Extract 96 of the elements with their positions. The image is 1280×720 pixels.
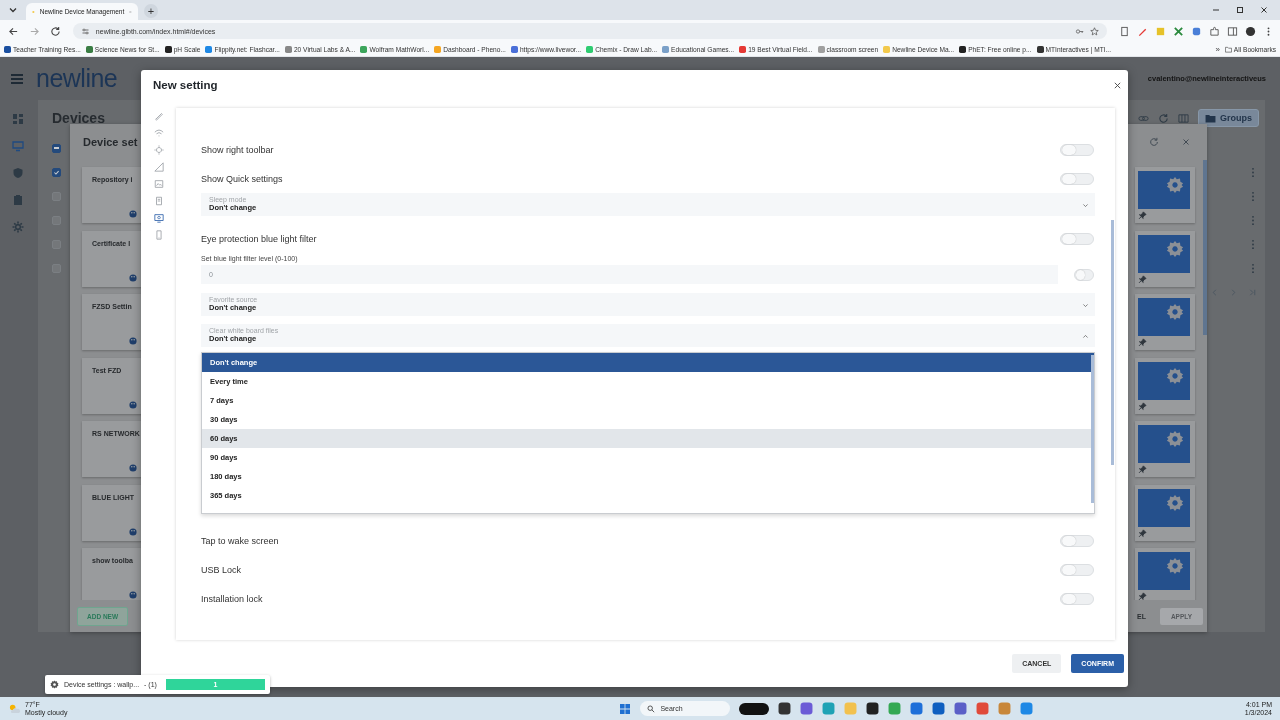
setting-label: Eye protection blue light filter — [201, 233, 317, 244]
document-icon[interactable] — [1119, 25, 1130, 37]
note-icon[interactable] — [1155, 25, 1166, 37]
checkbox[interactable] — [52, 143, 61, 153]
gear-icon — [1166, 176, 1184, 194]
dialog-title: New setting — [153, 79, 218, 91]
chevron-down-icon[interactable] — [8, 5, 18, 15]
palette-icon[interactable] — [129, 591, 137, 599]
chevron-down-icon — [1082, 302, 1089, 309]
star-icon[interactable] — [1090, 26, 1099, 36]
setting-card[interactable] — [1135, 421, 1195, 477]
setting-label: Show right toolbar — [201, 144, 274, 155]
setting-card[interactable] — [1135, 167, 1195, 223]
app-icon[interactable] — [739, 702, 770, 715]
windows-icon[interactable] — [619, 702, 632, 715]
clipboard-icon[interactable] — [11, 194, 24, 206]
section-icon[interactable] — [153, 111, 164, 121]
dashboard-icon[interactable] — [11, 113, 24, 125]
section-icon[interactable] — [153, 145, 164, 155]
scrollbar[interactable] — [1111, 220, 1114, 465]
close-icon[interactable] — [1259, 5, 1269, 15]
chevron-up-icon — [1082, 333, 1089, 340]
close-icon[interactable] — [1113, 80, 1122, 90]
shield-icon[interactable] — [11, 167, 24, 179]
gear-icon — [1166, 557, 1184, 575]
palette-icon[interactable] — [129, 400, 137, 409]
palette-icon[interactable] — [129, 210, 137, 218]
site-info-icon[interactable] — [80, 26, 90, 36]
app-icon[interactable] — [778, 702, 792, 715]
cross-icon[interactable] — [1173, 25, 1184, 37]
gear-icon — [1166, 430, 1184, 448]
toggle-switch[interactable] — [1060, 534, 1094, 547]
search-icon — [647, 704, 656, 713]
setting-label: Tap to wake screen — [201, 535, 279, 546]
refresh-icon[interactable] — [1158, 112, 1169, 124]
puzzle-icon[interactable] — [1209, 25, 1220, 37]
section-icon[interactable] — [153, 179, 164, 189]
drawer-title: Device set — [83, 136, 138, 148]
setting-card[interactable] — [1135, 294, 1195, 350]
gear-icon — [50, 680, 59, 689]
columns-icon[interactable] — [1178, 112, 1189, 124]
avatar-icon[interactable] — [1245, 25, 1256, 37]
gear-icon — [1166, 493, 1184, 512]
gear-icon — [1166, 303, 1184, 321]
pin-icon[interactable] — [1138, 274, 1147, 284]
toggle-switch[interactable] — [1060, 232, 1094, 245]
palette-icon[interactable] — [129, 273, 137, 282]
extension-icon[interactable] — [1191, 25, 1202, 37]
settings-icon[interactable] — [11, 221, 24, 233]
refresh-icon[interactable] — [1149, 137, 1159, 147]
logo: newline — [36, 64, 118, 93]
toggle-switch[interactable] — [1060, 172, 1094, 185]
setting-label: Show Quick settings — [201, 173, 283, 184]
pin-icon[interactable] — [1138, 211, 1147, 220]
toggle-switch[interactable] — [1060, 143, 1094, 156]
setting-card[interactable] — [1135, 230, 1195, 287]
pin-icon[interactable] — [1138, 528, 1147, 538]
pin-icon[interactable] — [1138, 401, 1147, 411]
setting-card[interactable] — [1135, 548, 1195, 600]
new-tab-button[interactable]: + — [144, 4, 158, 18]
menu-icon[interactable] — [10, 72, 24, 85]
forward-icon[interactable] — [28, 25, 40, 37]
setting-card[interactable] — [1135, 357, 1195, 414]
groups-button[interactable]: Groups — [1198, 109, 1259, 127]
page-title: Devices — [52, 110, 105, 126]
sidebar-icon[interactable] — [1227, 25, 1238, 37]
key-icon[interactable] — [1075, 26, 1084, 36]
section-icon[interactable] — [153, 162, 164, 172]
palette-icon[interactable] — [129, 527, 137, 536]
setting-label: Installation lock — [201, 593, 263, 604]
maximize-icon[interactable] — [1235, 5, 1245, 15]
pin-icon[interactable] — [1138, 592, 1147, 600]
section-icon[interactable] — [153, 196, 164, 206]
checkbox[interactable] — [52, 167, 61, 177]
folder-icon — [1224, 45, 1232, 53]
pin-icon[interactable] — [1138, 338, 1147, 347]
gear-icon — [1166, 239, 1184, 258]
setting-label: USB Lock — [201, 564, 242, 575]
reload-icon[interactable] — [49, 25, 61, 37]
gear-icon — [1166, 366, 1184, 385]
palette-icon[interactable] — [129, 464, 137, 472]
more-bookmarks-button[interactable]: » — [1215, 44, 1220, 54]
toggle-switch[interactable] — [1060, 563, 1094, 576]
toggle-switch[interactable] — [1074, 268, 1094, 281]
back-icon[interactable] — [8, 25, 19, 37]
app-icon[interactable] — [866, 702, 880, 715]
toggle-switch[interactable] — [1060, 592, 1094, 605]
palette-icon[interactable] — [129, 337, 137, 345]
folder-icon — [1205, 113, 1216, 123]
setting-card[interactable] — [1135, 484, 1195, 541]
pin-icon[interactable] — [1138, 465, 1147, 474]
monitor-icon[interactable] — [11, 140, 24, 152]
chevron-down-icon — [1082, 202, 1089, 209]
scrollbar[interactable] — [1203, 160, 1207, 335]
scrollbar[interactable] — [1091, 355, 1094, 503]
section-icon[interactable] — [153, 213, 164, 223]
